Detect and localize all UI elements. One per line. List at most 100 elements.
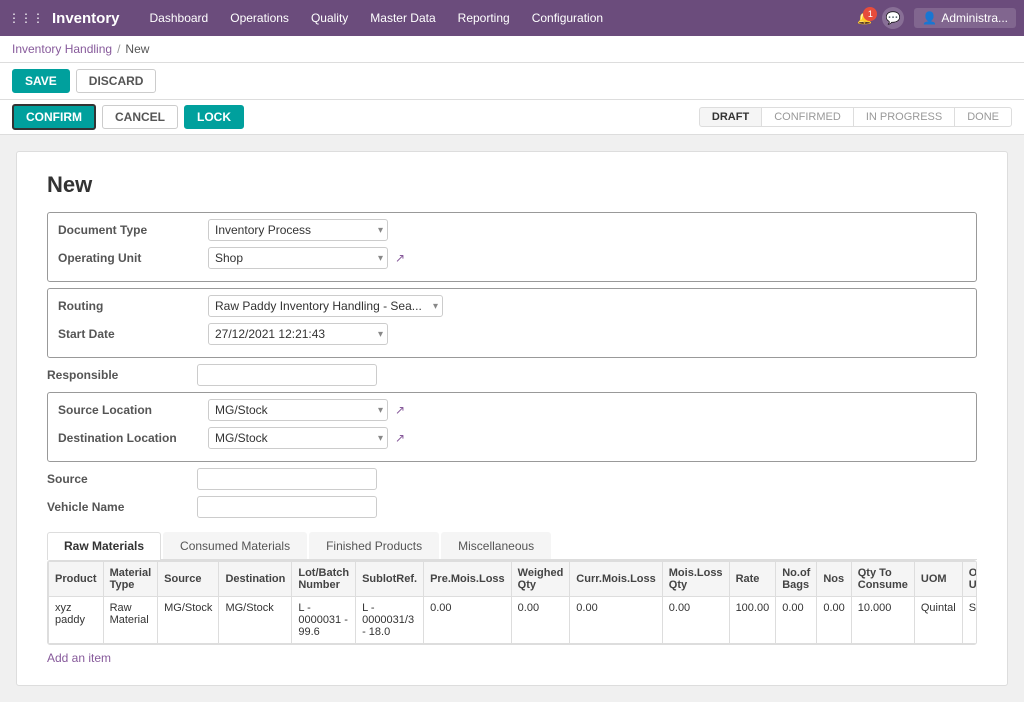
action-bar-top: SAVE DISCARD [0, 63, 1024, 100]
table-cell: L - 0000031/3 - 18.0 [356, 597, 424, 644]
status-done[interactable]: DONE [954, 107, 1012, 127]
status-bar: DRAFT CONFIRMED IN PROGRESS DONE [700, 107, 1012, 127]
breadcrumb: Inventory Handling / New [0, 36, 1024, 63]
col-operating-unit: Operating Unit [962, 562, 977, 597]
destination-location-select-wrapper[interactable]: MG/Stock [208, 427, 388, 449]
col-curr-mois-loss: Curr.Mois.Loss [570, 562, 662, 597]
operating-unit-value: Shop ↗ [208, 247, 405, 269]
table-cell: 10.000 [851, 597, 914, 644]
tabs-container: Raw Materials Consumed Materials Finishe… [47, 532, 977, 665]
user-avatar: 👤 [922, 11, 937, 25]
table-cell: 0.00 [570, 597, 662, 644]
action-bar-bottom: CONFIRM CANCEL LOCK DRAFT CONFIRMED IN P… [0, 100, 1024, 135]
operating-unit-select[interactable]: Shop [208, 247, 388, 269]
table-cell: xyz paddy [49, 597, 104, 644]
table-wrapper: Product Material Type Source Destination… [47, 560, 977, 645]
cancel-button[interactable]: CANCEL [102, 105, 178, 129]
status-draft[interactable]: DRAFT [699, 107, 762, 127]
col-qty-to-consume: Qty To Consume [851, 562, 914, 597]
nav-master-data[interactable]: Master Data [360, 7, 445, 29]
document-type-value: Inventory Process [208, 219, 388, 241]
status-in-progress[interactable]: IN PROGRESS [853, 107, 955, 127]
routing-select-wrapper[interactable]: Raw Paddy Inventory Handling - Sea... [208, 295, 443, 317]
user-label: Administra... [941, 11, 1008, 25]
source-location-value: MG/Stock ↗ [208, 399, 405, 421]
col-uom: UOM [914, 562, 962, 597]
breadcrumb-separator: / [117, 42, 120, 56]
source-location-label: Source Location [58, 403, 208, 417]
nav-operations[interactable]: Operations [220, 7, 299, 29]
nav-configuration[interactable]: Configuration [522, 7, 613, 29]
user-menu[interactable]: 👤 Administra... [914, 8, 1016, 28]
table-cell: Quintal [914, 597, 962, 644]
routing-value: Raw Paddy Inventory Handling - Sea... [208, 295, 443, 317]
table-cell: Shop [962, 597, 977, 644]
col-lot-batch: Lot/Batch Number [292, 562, 356, 597]
table-cell: 100.00 [729, 597, 776, 644]
source-location-select-wrapper[interactable]: MG/Stock [208, 399, 388, 421]
table-cell: MG/Stock [158, 597, 219, 644]
operating-unit-group: Operating Unit Shop ↗ [58, 247, 966, 269]
col-no-of-bags: No.of Bags [776, 562, 817, 597]
routing-label: Routing [58, 299, 208, 313]
notification-bell[interactable]: 🔔 1 [857, 11, 872, 25]
vehicle-name-label: Vehicle Name [47, 500, 197, 514]
routing-select[interactable]: Raw Paddy Inventory Handling - Sea... [208, 295, 443, 317]
confirm-button[interactable]: CONFIRM [12, 104, 96, 130]
tab-finished-products[interactable]: Finished Products [309, 532, 439, 559]
table-cell: Raw Material [103, 597, 158, 644]
source-location-ext-link-icon[interactable]: ↗ [395, 403, 405, 417]
lock-button[interactable]: LOCK [184, 105, 244, 129]
start-date-select-wrapper[interactable]: 27/12/2021 12:21:43 [208, 323, 388, 345]
vehicle-name-input[interactable] [197, 496, 377, 518]
start-date-value: 27/12/2021 12:21:43 [208, 323, 388, 345]
save-button[interactable]: SAVE [12, 69, 70, 93]
destination-location-select[interactable]: MG/Stock [208, 427, 388, 449]
app-grid-icon[interactable]: ⋮⋮⋮ [8, 11, 44, 25]
status-confirmed[interactable]: CONFIRMED [761, 107, 854, 127]
main-content: New Document Type Inventory Process Oper… [0, 135, 1024, 702]
tabs-row: Raw Materials Consumed Materials Finishe… [47, 532, 977, 560]
table-cell: 0.00 [662, 597, 729, 644]
responsible-input[interactable] [197, 364, 377, 386]
document-type-select[interactable]: Inventory Process [208, 219, 388, 241]
operating-unit-select-wrapper[interactable]: Shop [208, 247, 388, 269]
responsible-value [197, 364, 377, 386]
destination-location-label: Destination Location [58, 431, 208, 445]
source-input[interactable] [197, 468, 377, 490]
tab-consumed-materials[interactable]: Consumed Materials [163, 532, 307, 559]
app-title: Inventory [52, 10, 120, 27]
col-mois-loss-qty: Mois.Loss Qty [662, 562, 729, 597]
operating-unit-label: Operating Unit [58, 251, 208, 265]
source-location-select[interactable]: MG/Stock [208, 399, 388, 421]
add-item-link[interactable]: Add an item [47, 651, 111, 665]
nav-reporting[interactable]: Reporting [448, 7, 520, 29]
source-label: Source [47, 472, 197, 486]
col-pre-mois-loss: Pre.Mois.Loss [424, 562, 512, 597]
tab-miscellaneous[interactable]: Miscellaneous [441, 532, 551, 559]
document-type-group: Document Type Inventory Process [58, 219, 966, 241]
top-navigation: ⋮⋮⋮ Inventory Dashboard Operations Quali… [0, 0, 1024, 36]
document-type-select-wrapper[interactable]: Inventory Process [208, 219, 388, 241]
col-weighed-qty: Weighed Qty [511, 562, 570, 597]
nav-quality[interactable]: Quality [301, 7, 358, 29]
routing-group: Routing Raw Paddy Inventory Handling - S… [58, 295, 966, 317]
breadcrumb-current: New [125, 42, 149, 56]
form-title: New [47, 172, 977, 198]
table-cell: L - 0000031 - 99.6 [292, 597, 356, 644]
table-cell: 0.00 [776, 597, 817, 644]
col-source: Source [158, 562, 219, 597]
start-date-group: Start Date 27/12/2021 12:21:43 [58, 323, 966, 345]
start-date-select[interactable]: 27/12/2021 12:21:43 [208, 323, 388, 345]
discard-button[interactable]: DISCARD [76, 69, 157, 93]
breadcrumb-parent[interactable]: Inventory Handling [12, 42, 112, 56]
operating-unit-ext-link-icon[interactable]: ↗ [395, 251, 405, 265]
col-sublot-ref: SublotRef. [356, 562, 424, 597]
form-card: New Document Type Inventory Process Oper… [16, 151, 1008, 686]
tab-raw-materials[interactable]: Raw Materials [47, 532, 161, 560]
destination-location-ext-link-icon[interactable]: ↗ [395, 431, 405, 445]
nav-dashboard[interactable]: Dashboard [140, 7, 219, 29]
chat-icon[interactable]: 💬 [882, 7, 904, 29]
destination-location-group: Destination Location MG/Stock ↗ [58, 427, 966, 449]
start-date-label: Start Date [58, 327, 208, 341]
